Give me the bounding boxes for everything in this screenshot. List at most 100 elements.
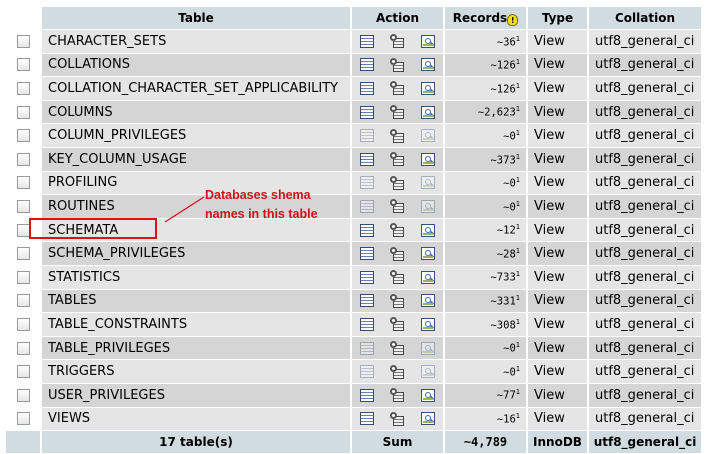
- records-footnote[interactable]: 1: [516, 294, 520, 302]
- structure-icon[interactable]: [390, 364, 405, 379]
- records-footnote[interactable]: 1: [516, 365, 520, 373]
- table-name-link[interactable]: COLUMNS: [42, 100, 350, 124]
- structure-icon[interactable]: [390, 128, 405, 143]
- browse-icon[interactable]: [360, 247, 374, 261]
- records-footnote[interactable]: 1: [516, 341, 520, 349]
- structure-icon[interactable]: [390, 270, 405, 285]
- table-name-link[interactable]: COLUMN_PRIVILEGES: [42, 124, 350, 147]
- lightbulb-icon[interactable]: !: [507, 13, 519, 26]
- search-icon[interactable]: [421, 341, 435, 355]
- search-icon[interactable]: [421, 294, 435, 308]
- type-column-header[interactable]: Type: [528, 7, 587, 29]
- records-footnote[interactable]: 1: [516, 270, 520, 278]
- search-icon[interactable]: [421, 270, 435, 284]
- search-icon[interactable]: [421, 365, 435, 379]
- records-footnote[interactable]: 1: [516, 129, 520, 137]
- structure-icon[interactable]: [390, 341, 405, 356]
- search-icon[interactable]: [421, 223, 435, 237]
- row-checkbox[interactable]: [16, 176, 30, 190]
- search-icon[interactable]: [421, 317, 435, 331]
- records-column-header[interactable]: Records!: [445, 7, 526, 29]
- table-name-link[interactable]: COLLATION_CHARACTER_SET_APPLICABILITY: [42, 77, 350, 100]
- records-footnote[interactable]: 1: [516, 153, 520, 161]
- table-name-link[interactable]: TABLE_PRIVILEGES: [42, 336, 350, 360]
- browse-icon[interactable]: [360, 199, 374, 213]
- structure-icon[interactable]: [390, 411, 405, 426]
- search-icon[interactable]: [421, 388, 435, 402]
- browse-icon[interactable]: [360, 58, 374, 72]
- records-footnote[interactable]: 1: [516, 176, 520, 184]
- row-checkbox[interactable]: [16, 365, 30, 379]
- row-checkbox[interactable]: [16, 388, 30, 402]
- row-checkbox[interactable]: [16, 247, 30, 261]
- search-icon[interactable]: [421, 81, 435, 95]
- structure-icon[interactable]: [390, 223, 405, 238]
- row-checkbox[interactable]: [16, 34, 30, 48]
- search-icon[interactable]: [421, 129, 435, 143]
- row-checkbox[interactable]: [16, 199, 30, 213]
- row-checkbox[interactable]: [16, 223, 30, 237]
- records-footnote[interactable]: 1: [516, 82, 520, 90]
- row-checkbox[interactable]: [16, 129, 30, 143]
- structure-icon[interactable]: [390, 81, 405, 96]
- search-icon[interactable]: [421, 247, 435, 261]
- row-checkbox[interactable]: [16, 58, 30, 72]
- records-footnote[interactable]: 1: [516, 200, 520, 208]
- browse-icon[interactable]: [360, 388, 374, 402]
- records-footnote[interactable]: 1: [516, 58, 520, 66]
- records-footnote[interactable]: 1: [516, 247, 520, 255]
- search-icon[interactable]: [421, 105, 435, 119]
- row-checkbox[interactable]: [16, 317, 30, 331]
- row-checkbox[interactable]: [16, 105, 30, 119]
- browse-icon[interactable]: [360, 365, 374, 379]
- structure-icon[interactable]: [390, 105, 405, 120]
- browse-icon[interactable]: [360, 176, 374, 190]
- table-column-header[interactable]: Table: [42, 7, 350, 29]
- collation-column-header[interactable]: Collation: [589, 7, 701, 29]
- row-checkbox[interactable]: [16, 341, 30, 355]
- search-icon[interactable]: [421, 58, 435, 72]
- row-checkbox[interactable]: [16, 294, 30, 308]
- browse-icon[interactable]: [360, 81, 374, 95]
- records-footnote[interactable]: 1: [516, 105, 520, 113]
- table-name-link[interactable]: SCHEMA_PRIVILEGES: [42, 242, 350, 265]
- browse-icon[interactable]: [360, 34, 374, 48]
- row-checkbox[interactable]: [16, 412, 30, 426]
- records-footnote[interactable]: 1: [516, 35, 520, 43]
- structure-icon[interactable]: [390, 175, 405, 190]
- browse-icon[interactable]: [360, 317, 374, 331]
- search-icon[interactable]: [421, 412, 435, 426]
- table-name-link[interactable]: STATISTICS: [42, 265, 350, 289]
- structure-icon[interactable]: [390, 317, 405, 332]
- structure-icon[interactable]: [390, 57, 405, 72]
- table-name-link[interactable]: TRIGGERS: [42, 360, 350, 383]
- structure-icon[interactable]: [390, 34, 405, 49]
- browse-icon[interactable]: [360, 129, 374, 143]
- table-name-link[interactable]: USER_PRIVILEGES: [42, 383, 350, 407]
- row-checkbox[interactable]: [16, 270, 30, 284]
- structure-icon[interactable]: [390, 388, 405, 403]
- browse-icon[interactable]: [360, 152, 374, 166]
- table-name-link[interactable]: TABLE_CONSTRAINTS: [42, 313, 350, 336]
- table-name-link[interactable]: COLLATIONS: [42, 53, 350, 77]
- browse-icon[interactable]: [360, 341, 374, 355]
- browse-icon[interactable]: [360, 223, 374, 237]
- table-name-link[interactable]: VIEWS: [42, 407, 350, 431]
- row-checkbox[interactable]: [16, 152, 30, 166]
- structure-icon[interactable]: [390, 152, 405, 167]
- search-icon[interactable]: [421, 34, 435, 48]
- browse-icon[interactable]: [360, 105, 374, 119]
- search-icon[interactable]: [421, 176, 435, 190]
- search-icon[interactable]: [421, 199, 435, 213]
- records-footnote[interactable]: 1: [516, 388, 520, 396]
- search-icon[interactable]: [421, 152, 435, 166]
- structure-icon[interactable]: [390, 246, 405, 261]
- table-name-link[interactable]: CHARACTER_SETS: [42, 30, 350, 53]
- browse-icon[interactable]: [360, 270, 374, 284]
- browse-icon[interactable]: [360, 294, 374, 308]
- table-name-link[interactable]: TABLES: [42, 289, 350, 313]
- records-footnote[interactable]: 1: [516, 223, 520, 231]
- records-footnote[interactable]: 1: [516, 318, 520, 326]
- browse-icon[interactable]: [360, 412, 374, 426]
- records-footnote[interactable]: 1: [516, 412, 520, 420]
